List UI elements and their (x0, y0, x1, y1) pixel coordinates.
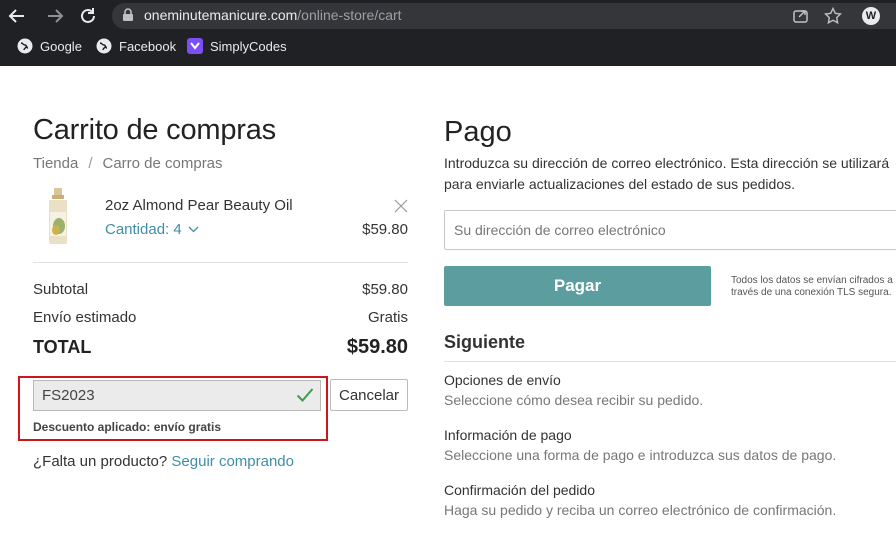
bookmark-simplycodes[interactable]: SimplyCodes (187, 38, 287, 54)
product-name[interactable]: 2oz Almond Pear Beauty Oil (105, 197, 293, 214)
arrow-right-icon (48, 9, 64, 23)
cancel-promo-button[interactable]: Cancelar (330, 379, 408, 411)
globe-icon (17, 38, 33, 54)
step-title: Opciones de envío (444, 372, 561, 388)
payment-title: Pago (444, 116, 512, 148)
total-value: $59.80 (346, 336, 408, 358)
quantity-dropdown[interactable]: Cantidad: 4 (105, 221, 199, 238)
divider (33, 262, 408, 263)
promo-code-input[interactable]: FS2023 (33, 380, 321, 411)
address-bar[interactable]: oneminutemanicure.com/online-store/cart … (112, 3, 896, 29)
total-label: TOTAL (33, 337, 92, 357)
item-price: $59.80 (362, 221, 408, 238)
discount-applied-message: Descuento aplicado: envío gratis (33, 420, 222, 434)
email-field[interactable]: Su dirección de correo electrónico (444, 210, 896, 250)
extension-icon[interactable]: W (862, 7, 880, 25)
cart-title: Carrito de compras (33, 114, 276, 146)
step-title: Confirmación del pedido (444, 482, 595, 498)
back-button[interactable] (6, 5, 28, 27)
shipping-label: Envío estimado (33, 309, 137, 326)
tls-note: Todos los datos se envían cifrados a tra… (731, 275, 893, 298)
breadcrumb-store-link[interactable]: Tienda (33, 155, 78, 172)
chevron-down-icon (188, 226, 199, 233)
payment-description: Introduzca su dirección de correo electr… (444, 155, 890, 192)
product-image[interactable] (40, 186, 76, 246)
reload-button[interactable] (77, 5, 99, 27)
bookmark-facebook[interactable]: Facebook (96, 38, 176, 54)
arrow-left-icon (8, 9, 24, 23)
url-text: oneminutemanicure.com/online-store/cart (144, 7, 402, 23)
continue-shopping-link[interactable]: Seguir comprando (171, 453, 294, 470)
step-description: Haga su pedido y reciba un correo electr… (444, 502, 837, 518)
remove-item-icon[interactable] (394, 199, 408, 213)
cart-page: Carrito de compras Tienda / Carro de compr… (0, 66, 896, 537)
check-icon (296, 388, 314, 402)
step-title: Información de pago (444, 427, 572, 443)
breadcrumb: Tienda / Carro de compras (33, 155, 223, 172)
next-steps-title: Siguiente (444, 332, 526, 352)
forward-button[interactable] (44, 5, 66, 27)
lock-icon (123, 8, 133, 21)
shipping-value: Gratis (367, 309, 408, 326)
subtotal-value: $59.80 (362, 281, 408, 298)
globe-icon (96, 38, 112, 54)
share-icon[interactable] (792, 7, 810, 25)
bookmarks-bar: Google Facebook SimplyCodes (0, 33, 896, 61)
reload-icon (81, 8, 95, 23)
pay-button[interactable]: Pagar (444, 266, 711, 306)
breadcrumb-current: Carro de compras (102, 155, 223, 172)
simplycodes-icon (187, 38, 203, 54)
step-description: Seleccione cómo desea recibir su pedido. (444, 392, 704, 408)
breadcrumb-separator: / (88, 155, 93, 172)
step-description: Seleccione una forma de pago e introduzc… (444, 447, 837, 463)
bookmark-star-icon[interactable] (824, 7, 842, 25)
subtotal-label: Subtotal (33, 281, 89, 298)
browser-chrome: oneminutemanicure.com/online-store/cart … (0, 0, 896, 66)
bookmark-google[interactable]: Google (17, 38, 82, 54)
missing-product-text: ¿Falta un producto? Seguir comprando (33, 453, 294, 470)
divider (444, 361, 896, 362)
